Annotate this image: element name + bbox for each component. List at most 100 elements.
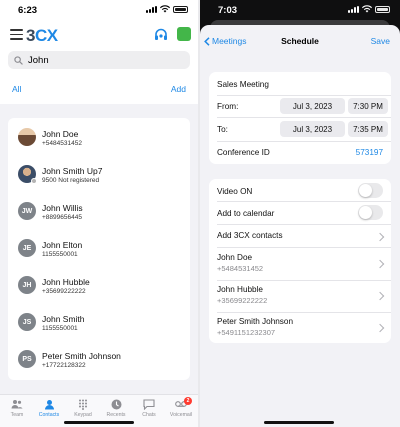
signal-icon <box>146 5 157 13</box>
contact-row[interactable]: JW John Willis +8899656445 <box>8 194 190 231</box>
status-bar: 6:23 <box>0 0 198 20</box>
contact-row[interactable]: John Doe +5484531452 <box>8 120 190 157</box>
status-bar: 7:03 <box>200 0 400 20</box>
headset-icon[interactable] <box>153 27 169 43</box>
participant-name: John Hubble <box>217 285 263 294</box>
status-icons <box>348 5 390 13</box>
contact-row[interactable]: John Smith Up7 9500 Not registered <box>8 157 190 194</box>
battery-icon <box>173 5 188 13</box>
presence-status-button[interactable] <box>177 27 191 41</box>
tab-contacts[interactable]: Contacts <box>34 398 64 418</box>
home-indicator <box>264 421 334 424</box>
contact-number: +17722128322 <box>42 362 86 369</box>
participant-number: +35699222222 <box>217 296 268 305</box>
search-bar[interactable] <box>8 51 190 69</box>
contact-name: John Willis <box>42 203 83 213</box>
menu-icon[interactable] <box>10 29 23 40</box>
status-time: 6:23 <box>18 5 38 16</box>
participant-number: +5491151232307 <box>217 328 276 337</box>
search-input[interactable] <box>28 54 178 66</box>
app-logo: 3CX <box>26 26 58 45</box>
meeting-details-group: Sales Meeting From: Jul 3, 2023 7:30 PM … <box>209 72 391 164</box>
contact-row[interactable]: JH John Hubble +35699222222 <box>8 268 190 305</box>
tab-bar: Team Contacts Keypad Recents Chats 2 Voi… <box>0 394 198 427</box>
filter-bar: All Add <box>10 84 188 96</box>
contact-number: 1155550001 <box>42 251 78 258</box>
battery-icon <box>375 5 390 13</box>
add-to-calendar-toggle[interactable] <box>358 205 383 220</box>
contact-name: John Doe <box>42 129 79 139</box>
schedule-screen: 7:03 Meetings Schedule Save Sales Meetin… <box>200 0 400 427</box>
contact-row[interactable]: JS John Smith 1155550001 <box>8 305 190 342</box>
contact-name: Peter Smith Johnson <box>42 351 121 361</box>
participant-name: John Doe <box>217 253 253 262</box>
avatar <box>18 128 36 146</box>
avatar: JW <box>18 202 36 220</box>
chats-icon <box>143 398 155 410</box>
tab-keypad[interactable]: Keypad <box>68 398 98 418</box>
chevron-right-icon <box>375 259 385 269</box>
add-3cx-contacts-row[interactable]: Add 3CX contacts <box>209 231 391 247</box>
contact-name: John Smith Up7 <box>42 166 103 176</box>
participant-row[interactable]: Peter Smith Johnson +5491151232307 <box>209 317 391 341</box>
contact-number: +8899656445 <box>42 214 82 221</box>
from-time-picker[interactable]: 7:30 PM <box>348 98 388 114</box>
contact-name: John Hubble <box>42 277 90 287</box>
avatar: PS <box>18 350 36 368</box>
contact-row[interactable]: PS Peter Smith Johnson +17722128322 <box>8 342 190 379</box>
chevron-right-icon <box>375 291 385 301</box>
contact-number: +5484531452 <box>42 140 82 147</box>
app-header: 3CX <box>0 24 198 46</box>
meeting-name-field[interactable]: Sales Meeting <box>217 80 391 89</box>
tab-label: Keypad <box>74 412 92 418</box>
divider <box>217 201 391 202</box>
save-button[interactable]: Save <box>371 36 390 46</box>
divider <box>217 117 391 118</box>
tab-recents[interactable]: Recents <box>101 398 131 418</box>
contacts-screen: 6:23 3CX All Add John Doe +5484531452 <box>0 0 198 427</box>
divider <box>217 280 391 281</box>
tab-label: Chats <box>142 412 156 418</box>
tab-label: Voicemail <box>169 412 193 418</box>
video-on-toggle[interactable] <box>358 183 383 198</box>
add-contact-button[interactable]: Add <box>171 84 186 94</box>
contacts-icon <box>43 398 55 410</box>
tab-label: Team <box>10 412 24 418</box>
recents-icon <box>110 398 122 410</box>
chevron-right-icon <box>375 323 385 333</box>
contact-number: +35699222222 <box>42 288 86 295</box>
search-icon <box>14 55 23 65</box>
status-icons <box>146 5 188 13</box>
to-date-picker[interactable]: Jul 3, 2023 <box>280 121 345 137</box>
avatar: JS <box>18 313 36 331</box>
voicemail-badge: 2 <box>184 397 192 405</box>
tab-voicemail[interactable]: 2 Voicemail <box>166 397 196 418</box>
wifi-icon <box>160 5 170 13</box>
tab-label: Recents <box>106 412 126 418</box>
from-date-picker[interactable]: Jul 3, 2023 <box>280 98 345 114</box>
divider <box>217 95 391 96</box>
contact-row[interactable]: JE John Elton 1155550001 <box>8 231 190 268</box>
tab-chats[interactable]: Chats <box>134 398 164 418</box>
participant-row[interactable]: John Hubble +35699222222 <box>209 285 391 309</box>
divider <box>217 247 391 248</box>
divider <box>217 141 391 142</box>
nav-bar: Meetings Schedule Save <box>200 34 400 50</box>
status-time: 7:03 <box>218 5 238 16</box>
signal-icon <box>348 5 359 13</box>
to-time-picker[interactable]: 7:35 PM <box>348 121 388 137</box>
avatar: JH <box>18 276 36 294</box>
contact-number: 9500 Not registered <box>42 177 100 184</box>
contact-number: 1155550001 <box>42 325 78 332</box>
conference-id-value[interactable]: 573197 <box>356 148 383 157</box>
meeting-options-group: Video ON Add to calendar Add 3CX contact… <box>209 179 391 343</box>
contact-name: John Elton <box>42 240 83 250</box>
filter-all-button[interactable]: All <box>12 84 21 94</box>
participant-row[interactable]: John Doe +5484531452 <box>209 253 391 277</box>
participant-name: Peter Smith Johnson <box>217 317 294 326</box>
team-icon <box>11 398 23 410</box>
divider <box>217 224 391 225</box>
chevron-right-icon <box>375 232 385 242</box>
tab-team[interactable]: Team <box>2 398 32 418</box>
keypad-icon <box>77 398 89 410</box>
